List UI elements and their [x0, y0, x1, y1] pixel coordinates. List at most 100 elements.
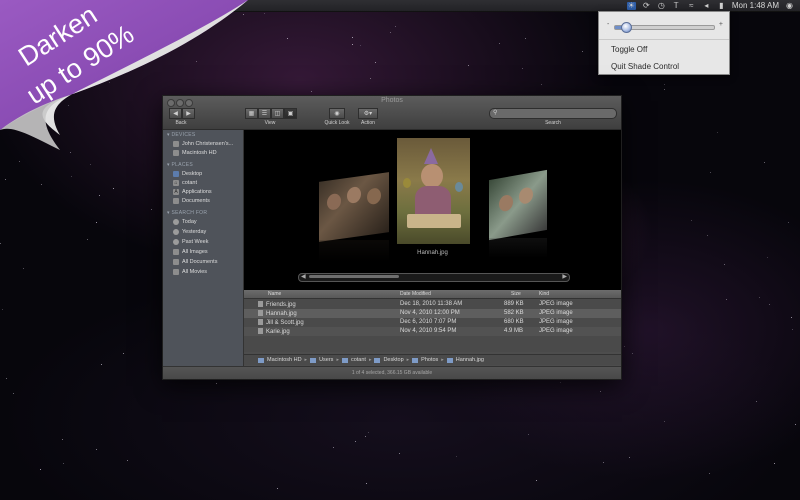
star — [216, 383, 217, 384]
slider-min-label: - — [607, 21, 610, 28]
folder-icon — [310, 357, 317, 363]
cover-flow-scrollbar[interactable]: ◀ ▶ — [298, 273, 570, 282]
shade-icon[interactable]: ☀ — [626, 1, 636, 10]
sidebar-item-yesterday[interactable]: Yesterday — [173, 228, 206, 236]
folder-icon — [412, 357, 419, 363]
sidebar-item-documents[interactable]: Documents — [173, 197, 210, 205]
scroll-right-icon[interactable]: ▶ — [562, 273, 567, 280]
action-button[interactable]: ⚙▾ — [358, 108, 378, 119]
sidebar-item-desktop[interactable]: Desktop — [173, 170, 202, 178]
bluetooth-icon[interactable]: Ꭲ — [672, 1, 681, 10]
star — [365, 436, 366, 437]
path-segment[interactable]: Desktop — [383, 357, 403, 363]
user-icon[interactable]: ◉ — [785, 1, 794, 10]
star — [41, 184, 42, 185]
view-buttons: ▦ ☰ ◫ ▣ — [245, 108, 297, 119]
hard-drive-icon — [258, 357, 264, 363]
column-name[interactable]: Name — [268, 291, 281, 297]
action-label: Action — [361, 120, 375, 126]
column-date-modified[interactable]: Date Modified — [400, 291, 431, 297]
path-segment[interactable]: cotant — [351, 357, 366, 363]
sidebar-item-home[interactable]: ⌂ cotant — [173, 179, 197, 187]
finder-window: Photos ◀ ▶ Back ▦ ☰ ◫ ▣ View ◉ Quick Loo… — [162, 95, 622, 380]
sidebar-devices-header: ▾ DEVICES — [167, 132, 196, 138]
finder-sidebar: ▾ DEVICES John Christensen's... Macintos… — [163, 130, 244, 379]
clock-icon[interactable]: ◷ — [657, 1, 666, 10]
list-header: Name Date Modified Size Kind — [244, 290, 621, 299]
sidebar-item-today[interactable]: Today — [173, 218, 197, 226]
path-segment[interactable]: Hannah.jpg — [456, 357, 484, 363]
star — [724, 264, 725, 265]
sidebar-item-computer[interactable]: John Christensen's... — [173, 140, 233, 148]
slider-track[interactable] — [614, 22, 715, 33]
star — [792, 329, 793, 330]
slider-knob[interactable] — [620, 22, 632, 33]
sync-icon[interactable]: ⟳ — [642, 1, 651, 10]
star — [19, 161, 20, 162]
cover-friends[interactable] — [319, 172, 389, 242]
star — [399, 453, 400, 454]
star — [767, 257, 768, 258]
search-icon: ⚲ — [493, 110, 498, 116]
quit-shade-control-menu-item[interactable]: Quit Shade Control — [611, 62, 679, 71]
sidebar-item-applications[interactable]: A Applications — [173, 188, 212, 196]
smart-folder-icon — [173, 269, 179, 275]
file-row-selected[interactable]: Hannah.jpg Nov 4, 2010 12:00 PM 582 KB J… — [244, 309, 621, 318]
column-view-button[interactable]: ◫ — [271, 108, 284, 119]
forward-button[interactable]: ▶ — [182, 108, 195, 119]
file-kind: JPEG image — [539, 328, 573, 334]
star — [23, 268, 24, 269]
path-separator-icon: ▸ — [441, 357, 444, 363]
jpeg-file-icon — [258, 319, 263, 325]
column-kind[interactable]: Kind — [539, 291, 549, 297]
cover-hannah[interactable] — [397, 138, 470, 244]
sidebar-item-macintosh-hd[interactable]: Macintosh HD — [173, 149, 217, 157]
icon-view-button[interactable]: ▦ — [245, 108, 258, 119]
column-size[interactable]: Size — [511, 291, 521, 297]
volume-icon[interactable]: ◂ — [702, 1, 711, 10]
list-view-button[interactable]: ☰ — [258, 108, 271, 119]
brightness-slider[interactable]: - + — [607, 21, 723, 33]
menu-clock[interactable]: Mon 1:48 AM — [732, 1, 779, 10]
wifi-icon[interactable]: ≈ — [687, 1, 696, 10]
star — [536, 480, 537, 481]
battery-icon[interactable]: ▮ — [717, 1, 726, 10]
sidebar-item-all-movies[interactable]: All Movies — [173, 268, 207, 276]
star — [96, 449, 97, 450]
path-segment[interactable]: Photos — [421, 357, 438, 363]
toggle-off-menu-item[interactable]: Toggle Off — [611, 45, 647, 54]
star — [5, 179, 6, 180]
sidebar-item-past-week[interactable]: Past Week — [173, 238, 209, 246]
star — [764, 162, 765, 163]
coverflow-view-button[interactable]: ▣ — [284, 108, 297, 119]
file-row[interactable]: Friends.jpg Dec 18, 2010 11:38 AM 889 KB… — [244, 300, 621, 309]
file-name: Jill & Scott.jpg — [266, 320, 304, 326]
computer-icon — [173, 141, 179, 147]
star — [90, 164, 91, 165]
scroll-left-icon[interactable]: ◀ — [301, 273, 306, 280]
star — [664, 89, 665, 90]
search-input[interactable]: ⚲ — [489, 108, 617, 119]
star — [709, 473, 710, 474]
file-size: 4.9 MB — [504, 328, 524, 334]
star — [123, 353, 124, 354]
file-row[interactable]: Karie.jpg Nov 4, 2010 9:54 PM 4.9 MB JPE… — [244, 327, 621, 336]
path-segment[interactable]: Users — [319, 357, 333, 363]
back-button[interactable]: ◀ — [169, 108, 182, 119]
sidebar-item-all-images[interactable]: All Images — [173, 248, 208, 256]
star — [99, 195, 100, 196]
star — [40, 469, 41, 470]
quick-look-group: ◉ — [329, 108, 345, 119]
file-row[interactable]: Jill & Scott.jpg Dec 6, 2010 7:07 PM 680… — [244, 318, 621, 327]
star — [194, 25, 195, 26]
scroll-thumb[interactable] — [309, 275, 399, 278]
star — [525, 38, 526, 39]
jpeg-file-icon — [258, 310, 263, 316]
documents-folder-icon — [173, 198, 179, 204]
cover-jill-and-scott[interactable] — [489, 169, 547, 241]
quick-look-button[interactable]: ◉ — [329, 108, 345, 119]
star — [366, 483, 367, 484]
search-label: Search — [545, 120, 561, 126]
path-segment[interactable]: Macintosh HD — [267, 357, 302, 363]
sidebar-item-all-documents[interactable]: All Documents — [173, 258, 217, 266]
